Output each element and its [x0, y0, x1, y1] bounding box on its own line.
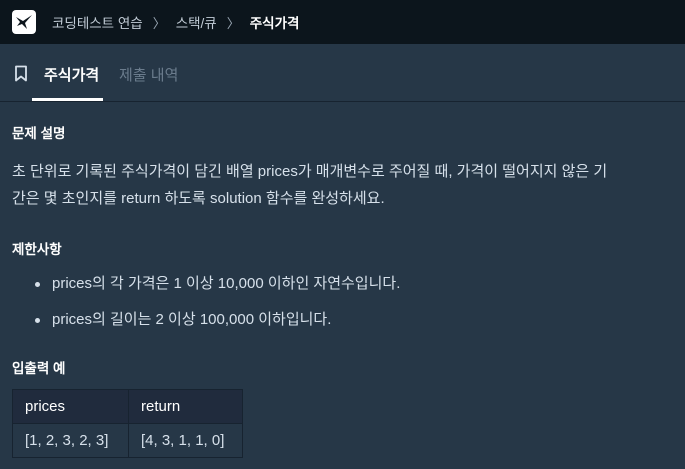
breadcrumb-separator-icon: 〉 [226, 15, 240, 31]
bookmark-icon[interactable] [14, 65, 28, 87]
tab-bar: 주식가격 제출 내역 [0, 44, 685, 102]
description-line-1: 초 단위로 기록된 주식가격이 담긴 배열 prices가 매개변수로 주어질 … [12, 163, 608, 180]
examples-heading: 입출력 예 [12, 361, 66, 376]
list-item: prices의 각 가격은 1 이상 10,000 이하인 자연수입니다. [12, 266, 672, 302]
tab-problem[interactable]: 주식가격 [44, 64, 99, 85]
top-navigation-bar: 코딩테스트 연습 〉 스택/큐 〉 주식가격 [0, 0, 685, 44]
description-heading: 문제 설명 [12, 126, 66, 141]
breadcrumb-item-coding-test[interactable]: 코딩테스트 연습 [52, 12, 143, 32]
column-header-return: return [128, 389, 243, 424]
table-header-row: prices return [12, 389, 243, 424]
table-cell-prices: [1, 2, 3, 2, 3] [12, 423, 129, 458]
constraints-heading: 제한사항 [12, 242, 62, 257]
constraints-list: prices의 각 가격은 1 이상 10,000 이하인 자연수입니다. pr… [12, 266, 672, 338]
table-row: [1, 2, 3, 2, 3] [4, 3, 1, 1, 0] [12, 423, 243, 458]
breadcrumb-current: 주식가격 [249, 16, 300, 31]
table-cell-return: [4, 3, 1, 1, 0] [128, 423, 243, 458]
tab-submission-history[interactable]: 제출 내역 [119, 64, 178, 85]
programmers-logo-icon[interactable] [12, 10, 36, 34]
breadcrumb: 코딩테스트 연습 〉 스택/큐 〉 주식가격 [52, 0, 299, 44]
breadcrumb-separator-icon: 〉 [152, 15, 166, 31]
list-item: prices의 길이는 2 이상 100,000 이하입니다. [12, 302, 672, 338]
column-header-prices: prices [12, 389, 129, 424]
active-tab-indicator [32, 98, 103, 101]
breadcrumb-item-stack-queue[interactable]: 스택/큐 [176, 12, 217, 32]
examples-table: prices return [1, 2, 3, 2, 3] [4, 3, 1, … [12, 389, 243, 458]
description-line-2: 간은 몇 초인지를 return 하도록 solution 함수를 완성하세요. [12, 190, 385, 207]
